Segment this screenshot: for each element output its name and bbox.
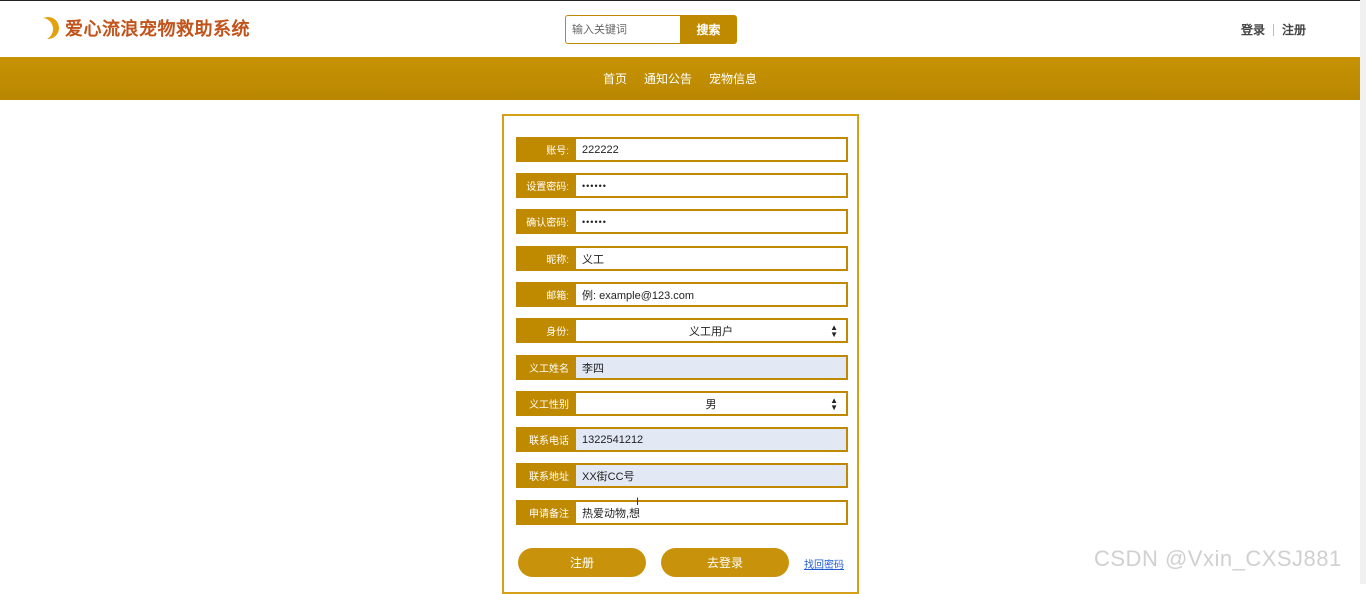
address-input[interactable]: XX街CC号 <box>574 463 848 488</box>
remark-input[interactable]: 热爱动物,想 I <box>574 496 848 525</box>
site-title: 爱心流浪宠物救助系统 <box>65 19 250 39</box>
phone-input[interactable]: 1322541212 <box>574 427 848 452</box>
confirm-password-input[interactable]: •••••• <box>574 209 848 234</box>
select-arrows-icon: ▲ ▼ <box>830 396 838 412</box>
volunteer-name-input[interactable]: 李四 <box>574 355 848 380</box>
password-input[interactable]: •••••• <box>574 173 848 198</box>
nav-item-home[interactable]: 首页 <box>603 70 627 87</box>
form-row-password: 设置密码: •••••• <box>516 173 848 198</box>
top-header: 爱心流浪宠物救助系统 搜索 登录 注册 <box>0 0 1366 57</box>
remark-label: 申请备注 <box>516 500 574 525</box>
divider <box>1272 23 1274 36</box>
watermark: CSDN @Vxin_CXSJ881 <box>1094 546 1342 571</box>
moon-icon <box>35 15 60 40</box>
register-form: 账号: 222222 设置密码: •••••• 确认密码: •••••• 昵称:… <box>502 114 859 594</box>
search-button[interactable]: 搜索 <box>680 15 737 44</box>
form-row-nickname: 昵称: 义工 <box>516 246 848 271</box>
main-nav: 首页 通知公告 宠物信息 <box>0 57 1360 100</box>
site-logo[interactable]: 爱心流浪宠物救助系统 <box>37 15 250 41</box>
password-label: 设置密码: <box>516 173 574 198</box>
register-link[interactable]: 注册 <box>1282 21 1306 38</box>
form-row-phone: 联系电话 1322541212 <box>516 427 848 452</box>
form-row-account: 账号: 222222 <box>516 137 848 162</box>
nickname-label: 昵称: <box>516 246 574 271</box>
form-row-volunteer-name: 义工姓名 李四 <box>516 355 848 380</box>
form-row-identity: 身份: 义工用户 ▲ ▼ <box>516 318 848 343</box>
identity-selected-value: 义工用户 <box>689 325 733 338</box>
form-row-volunteer-gender: 义工性别 男 ▲ ▼ <box>516 391 848 416</box>
gender-selected-value: 男 <box>705 398 717 411</box>
form-row-remark: 申请备注 热爱动物,想 I <box>516 496 848 525</box>
remark-text: 热爱动物,想 <box>582 507 641 520</box>
nickname-input[interactable]: 义工 <box>574 246 848 271</box>
volunteer-gender-label: 义工性别 <box>516 391 574 416</box>
volunteer-gender-select[interactable]: 男 ▲ ▼ <box>574 391 848 416</box>
identity-select[interactable]: 义工用户 ▲ ▼ <box>574 318 848 343</box>
email-label: 邮箱: <box>516 282 574 307</box>
account-label: 账号: <box>516 137 574 162</box>
page-scrollbar[interactable] <box>1360 0 1366 584</box>
go-login-button[interactable]: 去登录 <box>661 548 789 577</box>
search-input[interactable] <box>565 15 680 44</box>
account-input[interactable]: 222222 <box>574 137 848 162</box>
form-row-address: 联系地址 XX街CC号 <box>516 463 848 488</box>
volunteer-name-label: 义工姓名 <box>516 355 574 380</box>
register-button[interactable]: 注册 <box>518 548 646 577</box>
phone-label: 联系电话 <box>516 427 574 452</box>
select-arrows-icon: ▲ ▼ <box>830 323 838 339</box>
login-link[interactable]: 登录 <box>1241 21 1265 38</box>
nav-item-pets[interactable]: 宠物信息 <box>709 70 757 87</box>
form-row-confirm-password: 确认密码: •••••• <box>516 209 848 234</box>
confirm-password-label: 确认密码: <box>516 209 574 234</box>
nav-item-notices[interactable]: 通知公告 <box>644 70 692 87</box>
address-label: 联系地址 <box>516 463 574 488</box>
search-bar: 搜索 <box>565 15 737 44</box>
identity-label: 身份: <box>516 318 574 343</box>
auth-links: 登录 注册 <box>1241 21 1306 38</box>
email-input[interactable]: 例: example@123.com <box>574 282 848 307</box>
text-cursor-icon: I <box>636 496 640 508</box>
form-row-email: 邮箱: 例: example@123.com <box>516 282 848 307</box>
forgot-password-link[interactable]: 找回密码 <box>804 556 844 571</box>
